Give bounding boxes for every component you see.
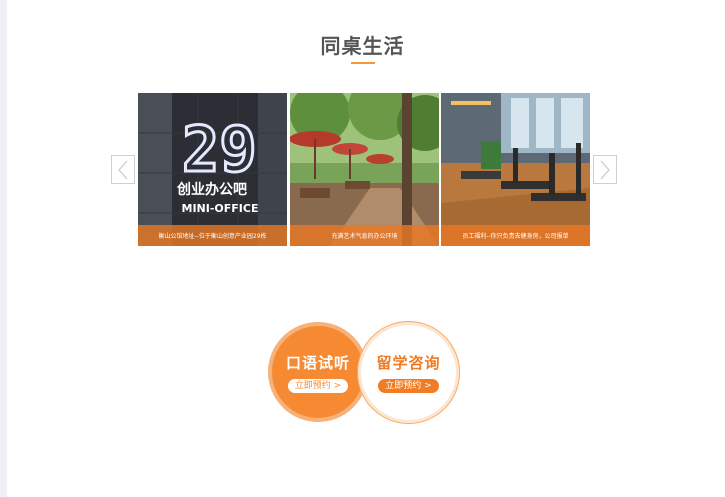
gallery-photo-office-sign[interactable]: 29 创业办公吧 MINI-OFFICE 衡山公馆地址--位于衡山创意产业园29… [138, 93, 287, 246]
gallery-photo-courtyard[interactable]: 充满艺术气息的办公环境 [290, 93, 439, 246]
section-title: 同桌生活 [320, 34, 405, 58]
trial-class-circle[interactable]: 口语试听 立即预约 > [268, 322, 368, 422]
page-edge-strip [0, 0, 7, 497]
carousel-next-button[interactable] [593, 155, 617, 184]
sign-text: 创业办公吧 [176, 181, 247, 198]
office-sign-image: 29 创业办公吧 MINI-OFFICE [138, 93, 287, 246]
title-underline [351, 62, 375, 64]
study-abroad-title: 留学咨询 [376, 354, 441, 372]
chevron-left-icon [118, 160, 128, 179]
trial-book-button[interactable]: 立即预约 > [287, 378, 349, 393]
carousel-prev-button[interactable] [111, 155, 135, 184]
chevron-right-icon [600, 160, 610, 179]
courtyard-image [290, 93, 439, 246]
sign-number: 29 [182, 113, 257, 186]
gallery-photo-gym[interactable]: 员工福利--你只负责去健身房，公司报单 [441, 93, 590, 246]
photo-caption: 衡山公馆地址--位于衡山创意产业园29栋 [138, 225, 287, 246]
consult-book-button[interactable]: 立即预约 > [378, 379, 439, 393]
sign-subtext: MINI-OFFICE [182, 202, 259, 215]
study-abroad-circle[interactable]: 留学咨询 立即预约 > [357, 321, 460, 424]
photo-caption: 员工福利--你只负责去健身房，公司报单 [441, 225, 590, 246]
gym-image [441, 93, 590, 246]
trial-class-title: 口语试听 [285, 353, 350, 372]
photo-caption: 充满艺术气息的办公环境 [290, 225, 439, 246]
